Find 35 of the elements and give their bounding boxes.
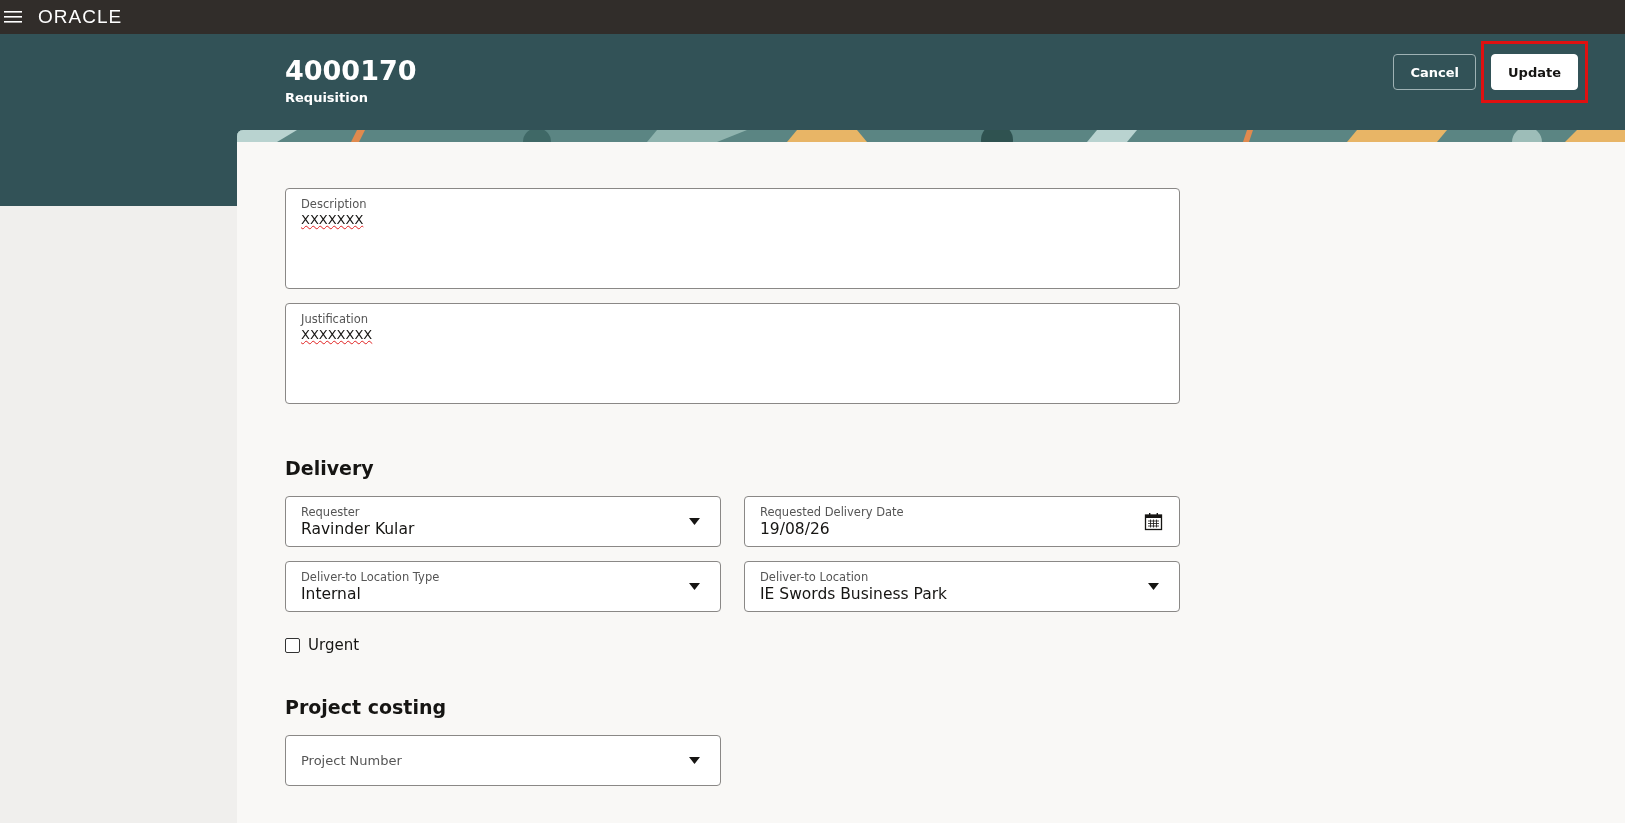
page-title: 4000170 (285, 54, 417, 88)
calendar-icon[interactable] (1144, 512, 1163, 531)
menu-icon[interactable] (4, 10, 22, 24)
field-value: IE Swords Business Park (760, 585, 948, 603)
select-field[interactable]: Deliver-to Location Type Internal (285, 561, 721, 612)
logo: ORACLE (38, 6, 123, 28)
caret-icon[interactable] (689, 518, 700, 525)
field-value: 19/08/26 (760, 520, 831, 538)
field-value: XXXXXXXX (301, 327, 374, 342)
section-heading: Project costing (285, 696, 448, 718)
select-field[interactable]: Requester Ravinder Kular (285, 496, 721, 547)
cancel-button[interactable]: Cancel (1393, 54, 1476, 90)
select-field[interactable]: Project Number (285, 735, 721, 786)
checkbox[interactable] (285, 637, 300, 653)
update-button[interactable]: Update (1491, 54, 1578, 90)
field-value: Internal (301, 585, 362, 603)
field-label: Requester (301, 505, 361, 519)
select-field[interactable]: Deliver-to Location IE Swords Business Park (744, 561, 1180, 612)
field-value: XXXXXXX (301, 212, 365, 227)
field-label: Deliver-to Location Type (301, 570, 441, 584)
caret-icon[interactable] (1148, 583, 1159, 590)
field-label: Deliver-to Location (760, 570, 870, 584)
checkbox-label[interactable]: Urgent (308, 636, 360, 654)
caret-icon[interactable] (689, 583, 700, 590)
section-heading: Delivery (285, 457, 375, 479)
field-label: Justification (301, 312, 370, 326)
text-area[interactable]: Justification XXXXXXXX (285, 303, 1180, 404)
date-field[interactable]: Requested Delivery Date 19/08/26 (744, 496, 1180, 547)
field-placeholder: Project Number (301, 753, 403, 768)
text-area[interactable]: Description XXXXXXX (285, 188, 1180, 289)
field-value: Ravinder Kular (301, 520, 416, 538)
field-label: Description (301, 197, 368, 211)
caret-icon[interactable] (689, 757, 700, 764)
page-subtitle: Requisition (285, 90, 369, 105)
field-label: Requested Delivery Date (760, 505, 905, 519)
